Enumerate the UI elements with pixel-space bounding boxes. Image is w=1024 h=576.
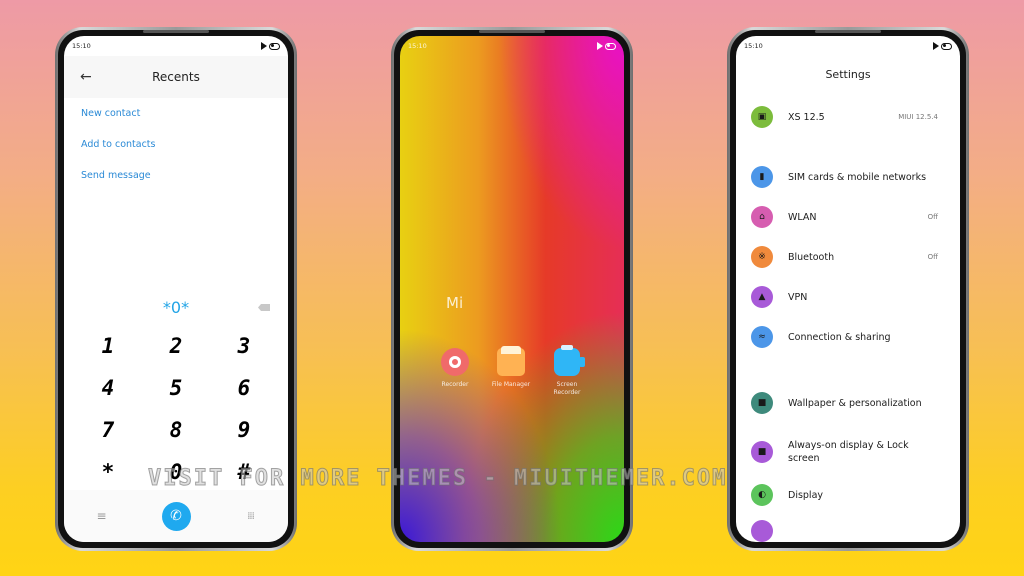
settings-label: VPN — [788, 291, 808, 303]
sim-icon: ▮ — [751, 166, 773, 188]
key-8[interactable]: 8 — [142, 414, 210, 446]
phone-icon: ✆ — [170, 508, 182, 524]
app-file-manager[interactable]: File Manager — [490, 346, 532, 397]
key-9[interactable]: 9 — [210, 414, 278, 446]
key-7[interactable]: 7 — [74, 414, 142, 446]
add-to-contacts-link[interactable]: Add to contacts — [81, 137, 271, 168]
folder-apps: Recorder File Manager Screen Recorder — [434, 345, 588, 397]
file-manager-icon — [497, 346, 525, 376]
lock-icon: ■ — [751, 441, 773, 463]
key-1[interactable]: 1 — [74, 330, 142, 362]
speaker-grille — [479, 30, 545, 33]
settings-item-sim[interactable]: ▮ SIM cards & mobile networks — [751, 166, 938, 188]
battery-icon — [605, 42, 616, 50]
recorder-icon — [441, 348, 469, 376]
settings-label: XS 12.5 — [788, 111, 825, 123]
key-6[interactable]: 6 — [210, 372, 278, 404]
dialer-actions: New contact Add to contacts Send message — [64, 98, 288, 207]
dialer-header: ← Recents — [64, 56, 288, 98]
status-bar: 15:10 — [64, 36, 288, 56]
call-button[interactable]: ✆ — [161, 501, 191, 531]
status-time: 15:10 — [408, 42, 427, 50]
wifi-icon: ⌂ — [751, 206, 773, 228]
signal-icon — [597, 42, 603, 50]
status-time: 15:10 — [744, 42, 763, 50]
speaker-grille — [143, 30, 209, 33]
settings-item-wallpaper[interactable]: ■ Wallpaper & personalization — [751, 392, 938, 414]
settings-item-lock-screen[interactable]: ■ Always-on display & Lock screen — [751, 439, 938, 465]
settings-label: Wallpaper & personalization — [788, 397, 922, 409]
settings-item-wlan[interactable]: ⌂ WLAN Off — [751, 206, 938, 228]
key-2[interactable]: 2 — [142, 330, 210, 362]
key-star[interactable]: * — [74, 456, 142, 488]
dialpad-icon[interactable]: ⁞⁞⁞ — [236, 511, 266, 522]
settings-item-partial[interactable] — [751, 520, 938, 542]
back-arrow-icon[interactable]: ← — [80, 69, 92, 85]
new-contact-link[interactable]: New contact — [81, 106, 271, 137]
key-3[interactable]: 3 — [210, 330, 278, 362]
settings-icon — [751, 520, 773, 542]
settings-label: WLAN — [788, 211, 817, 223]
key-5[interactable]: 5 — [142, 372, 210, 404]
app-recorder[interactable]: Recorder — [434, 348, 476, 397]
send-message-link[interactable]: Send message — [81, 168, 271, 199]
status-time: 15:10 — [72, 42, 91, 50]
battery-icon — [269, 42, 280, 50]
app-label: File Manager — [491, 381, 531, 388]
connection-icon: ≈ — [751, 326, 773, 348]
app-label: Screen Recorder — [553, 381, 581, 396]
settings-label: Connection & sharing — [788, 331, 891, 343]
dialer-bottom-bar: ≡ ✆ ⁞⁞⁞ — [64, 490, 288, 542]
settings-value: MIUI 12.5.4 — [898, 113, 938, 121]
settings-value: Off — [927, 213, 938, 221]
status-bar: 15:10 — [400, 36, 624, 56]
signal-icon — [261, 42, 267, 50]
settings-item-device[interactable]: ▣ XS 12.5 MIUI 12.5.4 — [751, 106, 938, 128]
dial-input[interactable]: *0* — [64, 298, 288, 317]
folder-name[interactable]: Mi — [446, 294, 463, 312]
watermark-text: VISIT FOR MORE THEMES - MIUITHEMER.COM — [148, 466, 728, 492]
keypad: 1 2 3 4 5 6 7 8 9 * 0 # — [74, 330, 278, 488]
signal-icon — [933, 42, 939, 50]
bluetooth-icon: ※ — [751, 246, 773, 268]
device-icon: ▣ — [751, 106, 773, 128]
settings-item-vpn[interactable]: ▲ VPN — [751, 286, 938, 308]
status-bar: 15:10 — [736, 36, 960, 56]
wallpaper-icon: ■ — [751, 392, 773, 414]
page-title: Recents — [152, 70, 200, 84]
settings-label: SIM cards & mobile networks — [788, 171, 927, 183]
settings-label: Bluetooth — [788, 251, 835, 263]
speaker-grille — [815, 30, 881, 33]
settings-item-connection[interactable]: ≈ Connection & sharing — [751, 326, 938, 348]
settings-label: Always-on display & Lock screen — [788, 440, 909, 464]
vpn-icon: ▲ — [751, 286, 773, 308]
app-label: Recorder — [441, 381, 469, 388]
battery-icon — [941, 42, 952, 50]
settings-item-bluetooth[interactable]: ※ Bluetooth Off — [751, 246, 938, 268]
menu-icon[interactable]: ≡ — [87, 509, 117, 523]
page-title: Settings — [825, 68, 871, 81]
settings-value: Off — [927, 253, 938, 261]
app-screen-recorder[interactable]: Screen Recorder — [546, 345, 588, 397]
screen-recorder-icon — [554, 345, 585, 376]
key-4[interactable]: 4 — [74, 372, 142, 404]
